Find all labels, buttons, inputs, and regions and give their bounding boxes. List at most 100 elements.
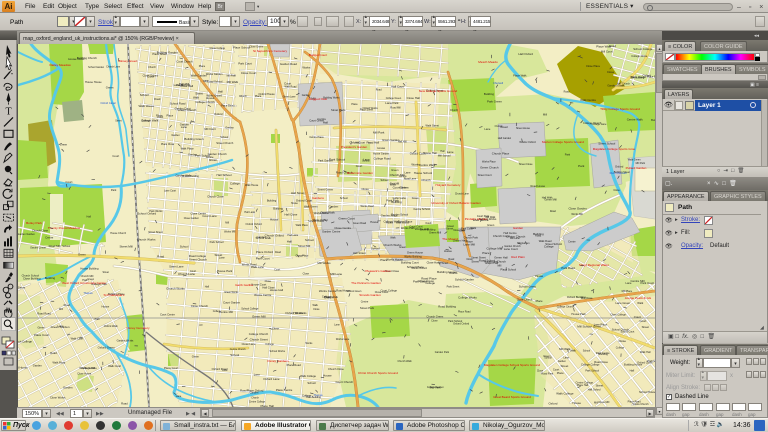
svg-text:Thames: Thames: [313, 393, 323, 397]
svg-text:Mill Place: Mill Place: [622, 290, 633, 293]
svg-text:School: School: [307, 381, 316, 385]
svg-text:Walk Street: Walk Street: [425, 124, 439, 128]
svg-text:Garden: Garden: [250, 391, 259, 395]
svg-text:Oxford: Oxford: [615, 165, 624, 169]
svg-text:Lane: Lane: [254, 373, 261, 377]
svg-text:School Court: School Court: [621, 330, 635, 333]
svg-text:Place Oxford: Place Oxford: [256, 250, 273, 254]
svg-text:Garden: Garden: [33, 364, 42, 368]
svg-text:The Mound: The Mound: [442, 237, 458, 241]
svg-text:Church Lane: Church Lane: [455, 192, 470, 195]
svg-text:House Road: House Road: [68, 57, 85, 61]
svg-text:Place: Place: [167, 113, 174, 117]
svg-text:Garden: Garden: [513, 226, 524, 230]
svg-text:Street Mill: Street Mill: [298, 244, 311, 248]
svg-text:Road: Road: [501, 125, 508, 129]
svg-text:Works Road: Works Road: [242, 262, 257, 266]
svg-text:Court: Court: [356, 164, 363, 168]
svg-text:Osney Gardens: Osney Gardens: [267, 359, 289, 363]
svg-text:Hall: Hall: [205, 285, 210, 288]
svg-text:Hall Court: Hall Court: [391, 85, 404, 89]
svg-text:School: School: [340, 196, 348, 200]
svg-text:Court: Court: [639, 319, 646, 323]
svg-text:Centre: Centre: [568, 241, 576, 244]
svg-text:Church Place: Church Place: [492, 152, 510, 156]
svg-text:Church Works: Church Works: [166, 287, 185, 291]
svg-text:St Sepulchre's Cemetery: St Sepulchre's Cemetery: [253, 49, 288, 53]
svg-text:Close College: Close College: [610, 314, 626, 317]
svg-text:Close: Close: [431, 319, 438, 322]
svg-text:Place Court: Place Court: [164, 366, 179, 370]
svg-text:Court Centre: Court Centre: [160, 313, 176, 317]
svg-text:Street: Street: [115, 119, 122, 122]
svg-text:Park Works: Park Works: [149, 210, 163, 213]
svg-text:Green Hall: Green Hall: [494, 255, 508, 259]
svg-text:House Park: House Park: [217, 269, 233, 273]
svg-text:House: House: [377, 146, 385, 150]
svg-text:Park: Park: [578, 164, 585, 168]
svg-text:Garden: Garden: [225, 126, 234, 129]
svg-text:Green House: Green House: [407, 250, 424, 254]
svg-text:Hall Mill: Hall Mill: [398, 140, 407, 144]
svg-text:University of Oxford Botanic G: University of Oxford Botanic Garden: [431, 201, 481, 205]
svg-text:Garib Gariba: Garib Gariba: [235, 283, 253, 287]
svg-text:House: House: [370, 220, 378, 224]
svg-text:School: School: [544, 357, 552, 360]
svg-text:Works Mill: Works Mill: [571, 213, 583, 216]
svg-text:Close Hall: Close Hall: [180, 84, 194, 88]
svg-text:Walk College: Walk College: [556, 391, 574, 395]
svg-text:Park School: Park School: [329, 158, 345, 162]
svg-text:Works: Works: [302, 66, 311, 70]
svg-text:Street Court: Street Court: [478, 173, 492, 177]
svg-text:Hall School: Hall School: [217, 173, 232, 177]
svg-text:Hall: Hall: [440, 150, 445, 153]
svg-text:Close Hall: Close Hall: [407, 96, 420, 100]
svg-text:Place School: Place School: [500, 268, 516, 272]
svg-text:College Church: College Church: [249, 332, 269, 336]
svg-text:Thames: Thames: [83, 291, 93, 295]
svg-text:Hall Oxford: Hall Oxford: [588, 388, 601, 391]
svg-text:Road: Road: [275, 251, 281, 254]
svg-text:Court: Court: [190, 270, 196, 273]
svg-text:Road: Road: [121, 402, 128, 406]
svg-text:House: House: [535, 274, 543, 278]
svg-text:Merton College Sports Ground: Merton College Sports Ground: [542, 140, 584, 144]
svg-text:Building: Building: [267, 198, 277, 202]
svg-text:Works Lane: Works Lane: [336, 338, 350, 341]
svg-text:Road: Road: [550, 210, 557, 213]
svg-text:Green: Green: [78, 252, 86, 256]
svg-text:College Church: College Church: [195, 100, 215, 104]
svg-text:House: House: [101, 305, 109, 309]
svg-text:Twenty Pound Meadow: Twenty Pound Meadow: [48, 226, 81, 230]
svg-text:Road Building: Road Building: [438, 304, 456, 308]
svg-text:Walk: Walk: [312, 304, 318, 307]
svg-text:Place School: Place School: [233, 45, 250, 49]
svg-text:Walk Hall: Walk Hall: [640, 351, 651, 354]
svg-text:Place Centre: Place Centre: [276, 388, 293, 392]
svg-text:Mill: Mill: [225, 222, 229, 225]
svg-text:Street: Street: [215, 253, 223, 257]
svg-text:Close Works: Close Works: [50, 395, 66, 399]
svg-text:School: School: [220, 135, 228, 139]
svg-text:Park: Park: [565, 153, 571, 157]
svg-text:Park School: Park School: [448, 319, 463, 323]
svg-text:Lane: Lane: [404, 171, 411, 175]
svg-text:Works Centre: Works Centre: [319, 289, 337, 293]
svg-text:Lane: Lane: [484, 127, 490, 131]
svg-text:Mill School: Mill School: [438, 154, 451, 158]
svg-text:Close Church: Close Church: [517, 297, 533, 301]
svg-text:Green Church: Green Church: [480, 166, 499, 170]
svg-text:Park School: Park School: [210, 240, 224, 244]
svg-text:Mill Walk: Mill Walk: [227, 80, 239, 84]
svg-text:Oxford: Oxford: [214, 112, 223, 116]
svg-text:Close Garden: Close Garden: [184, 217, 200, 220]
svg-text:Binsey Green: Binsey Green: [119, 59, 138, 63]
svg-text:Oxford Walk: Oxford Walk: [104, 324, 119, 328]
svg-text:House Church: House Church: [110, 232, 126, 235]
svg-text:Close House: Close House: [427, 261, 443, 265]
svg-text:Walk Place: Walk Place: [296, 224, 309, 227]
svg-text:Close: Close: [607, 70, 615, 74]
svg-text:Street: Street: [642, 325, 650, 329]
svg-text:Cherwell: Cherwell: [493, 81, 504, 85]
svg-text:Close Centre: Close Centre: [334, 226, 351, 230]
